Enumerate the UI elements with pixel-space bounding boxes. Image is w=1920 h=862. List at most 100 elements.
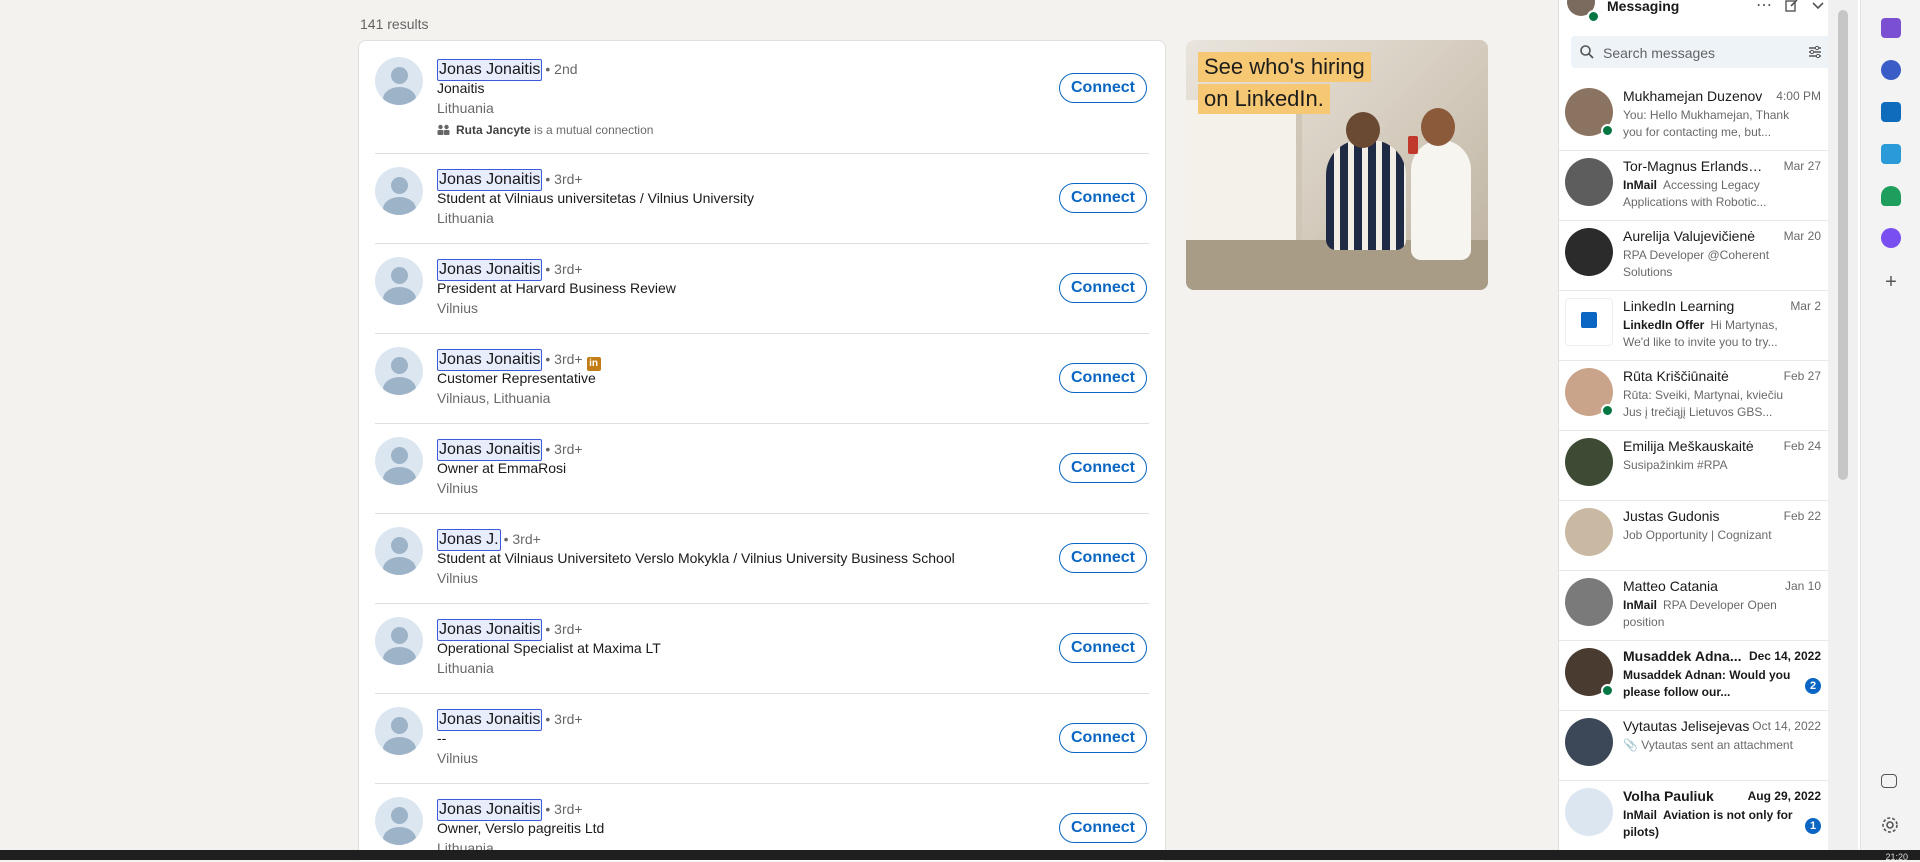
search-result-row: Jonas Jonaitis • 3rd+ in Customer Represent… (375, 347, 1149, 427)
avatar-body-shape (383, 87, 416, 105)
result-divider (375, 153, 1149, 154)
connect-button[interactable]: Connect (1059, 73, 1147, 103)
message-snippet-text: Rūta: Sveiki, Martynai, kviečiu Jus į tr… (1623, 388, 1784, 419)
result-name-line: Jonas Jonaitis • 2nd (437, 57, 578, 81)
profile-name-link[interactable]: Jonas Jonaitis (437, 709, 543, 731)
message-date: 4:00 PM (1776, 89, 1821, 103)
conversation-item[interactable]: Matteo Catania Jan 10 InMail RPA Developer … (1559, 570, 1831, 641)
message-type-label: InMail (1623, 808, 1658, 822)
page-scrollbar[interactable] (1828, 0, 1858, 860)
conversation-item[interactable]: LinkedIn Learning Mar 2 LinkedIn Offer Hi M… (1559, 290, 1831, 361)
result-name-line: Jonas Jonaitis • 3rd+ (437, 797, 583, 821)
profile-name-link[interactable]: Jonas Jonaitis (437, 439, 543, 461)
copilot-icon[interactable] (1881, 60, 1901, 80)
avatar-head-shape (391, 537, 408, 554)
profile-photo-placeholder[interactable] (375, 797, 423, 845)
scrollbar-thumb[interactable] (1838, 10, 1848, 480)
search-result-row: Jonas J. • 3rd+ Student at Vilniaus Univer… (375, 527, 1149, 607)
search-result-row: Jonas Jonaitis • 3rd+ Operational Speciali… (375, 617, 1149, 697)
chevron-down-icon[interactable] (1809, 0, 1827, 16)
mutual-connection[interactable]: Ruta Jancyte is a mutual connection (437, 123, 653, 137)
more-options-icon[interactable]: ⋯ (1755, 0, 1773, 16)
message-snippet: 📎 Vytautas sent an attachment (1623, 737, 1803, 771)
contact-name: Emilija Meškauskaitė (1623, 438, 1754, 454)
contact-name: Justas Gudonis (1623, 508, 1720, 524)
result-name-line: Jonas Jonaitis • 3rd+ (437, 437, 583, 461)
profile-photo-placeholder[interactable] (375, 437, 423, 485)
results-count: 141 results (360, 16, 429, 32)
profile-photo-placeholder[interactable] (375, 57, 423, 105)
teams-icon[interactable] (1881, 18, 1901, 38)
conversation-item[interactable]: Rūta Kriščiūnaitė Feb 27 Rūta: Sveiki, Mar… (1559, 360, 1831, 431)
mutual-connection-name[interactable]: Ruta Jancyte (456, 123, 531, 137)
conversation-item[interactable]: Justas Gudonis Feb 22 Job Opportunity | Co… (1559, 500, 1831, 571)
profile-photo-placeholder[interactable] (375, 257, 423, 305)
messenger-icon[interactable] (1881, 228, 1901, 248)
avatar-head-shape (391, 67, 408, 84)
connection-degree: • 3rd+ (545, 351, 583, 367)
connect-button[interactable]: Connect (1059, 543, 1147, 573)
profile-photo-placeholder[interactable] (375, 347, 423, 395)
avatar-body-shape (383, 737, 416, 755)
message-date: Mar 2 (1790, 299, 1821, 313)
profile-headline: Jonaitis (437, 80, 485, 96)
ad-image-person-head (1346, 112, 1380, 148)
conversation-item[interactable]: Volha Pauliuk Aug 29, 2022 InMail Aviation … (1559, 780, 1831, 851)
ad-image-person-head (1421, 108, 1455, 146)
contact-avatar (1565, 228, 1613, 276)
tree-icon[interactable] (1881, 186, 1901, 206)
profile-name-link[interactable]: Jonas Jonaitis (437, 799, 543, 821)
outlook-icon[interactable] (1881, 102, 1901, 122)
profile-photo-placeholder[interactable] (375, 617, 423, 665)
conversation-item[interactable]: Tor-Magnus Erlandsen Mar 27 InMail Accessin… (1559, 150, 1831, 221)
sidebar-toggle-icon[interactable] (1881, 774, 1897, 788)
profile-photo-placeholder[interactable] (375, 527, 423, 575)
profile-name-link[interactable]: Jonas Jonaitis (437, 169, 543, 191)
message-search-input[interactable] (1601, 40, 1805, 66)
add-icon[interactable]: + (1881, 272, 1901, 292)
ad-image-window (1186, 100, 1302, 250)
connect-button[interactable]: Connect (1059, 723, 1147, 753)
connect-button[interactable]: Connect (1059, 183, 1147, 213)
send-icon[interactable] (1881, 144, 1901, 164)
conversation-item[interactable]: Musaddek Adna... Dec 14, 2022 Musaddek Adn… (1559, 640, 1831, 711)
profile-photo-placeholder[interactable] (375, 707, 423, 755)
compose-icon[interactable] (1783, 0, 1801, 16)
profile-name-link[interactable]: Jonas Jonaitis (437, 349, 543, 371)
connection-degree: • 3rd+ (545, 261, 583, 277)
message-date: Dec 14, 2022 (1748, 649, 1821, 663)
connect-button[interactable]: Connect (1059, 453, 1147, 483)
profile-photo-placeholder[interactable] (375, 167, 423, 215)
conversation-item[interactable]: Emilija Meškauskaitė Feb 24 Susipažinkim #… (1559, 430, 1831, 501)
profile-name-link[interactable]: Jonas Jonaitis (437, 619, 543, 641)
contact-name: Rūta Kriščiūnaitė (1623, 368, 1729, 384)
messaging-header[interactable]: Messaging ⋯ (1559, 0, 1861, 34)
conversation-item[interactable]: Vytautas Jelisejevas Oct 14, 2022 📎 Vytaut… (1559, 710, 1831, 781)
contact-name: Mukhamejan Duzenov (1623, 88, 1763, 104)
browser-sidebar: + (1860, 0, 1920, 860)
conversation-item[interactable]: Mukhamejan Duzenov 4:00 PM You: Hello Mukh… (1559, 80, 1831, 151)
search-icon (1580, 45, 1594, 59)
ad-banner[interactable]: See who's hiring on LinkedIn. (1186, 40, 1488, 290)
contact-name: Vytautas Jelisejevas (1623, 718, 1750, 734)
conversation-item[interactable]: Aurelija Valujevičienė Mar 20 RPA Develope… (1559, 220, 1831, 291)
profile-name-link[interactable]: Jonas J. (437, 529, 501, 551)
filter-icon[interactable] (1807, 44, 1823, 60)
connect-button[interactable]: Connect (1059, 813, 1147, 843)
connect-button[interactable]: Connect (1059, 363, 1147, 393)
message-snippet-text: You: Hello Mukhamejan, Thank you for con… (1623, 108, 1790, 139)
result-name-line: Jonas Jonaitis • 3rd+ (437, 167, 583, 191)
connect-button[interactable]: Connect (1059, 633, 1147, 663)
settings-gear-icon[interactable] (1881, 816, 1901, 836)
result-divider (375, 783, 1149, 784)
message-snippet-text: Susipažinkim #RPA (1623, 458, 1728, 472)
ad-image-person (1326, 140, 1406, 250)
online-status-dot (1601, 404, 1614, 417)
profile-location: Vilnius (437, 480, 478, 496)
connect-button[interactable]: Connect (1059, 273, 1147, 303)
profile-name-link[interactable]: Jonas Jonaitis (437, 259, 543, 281)
profile-name-link[interactable]: Jonas Jonaitis (437, 59, 543, 81)
message-search-bar[interactable] (1571, 36, 1835, 68)
mutual-connections-icon (437, 124, 450, 135)
avatar-body-shape (383, 827, 416, 845)
